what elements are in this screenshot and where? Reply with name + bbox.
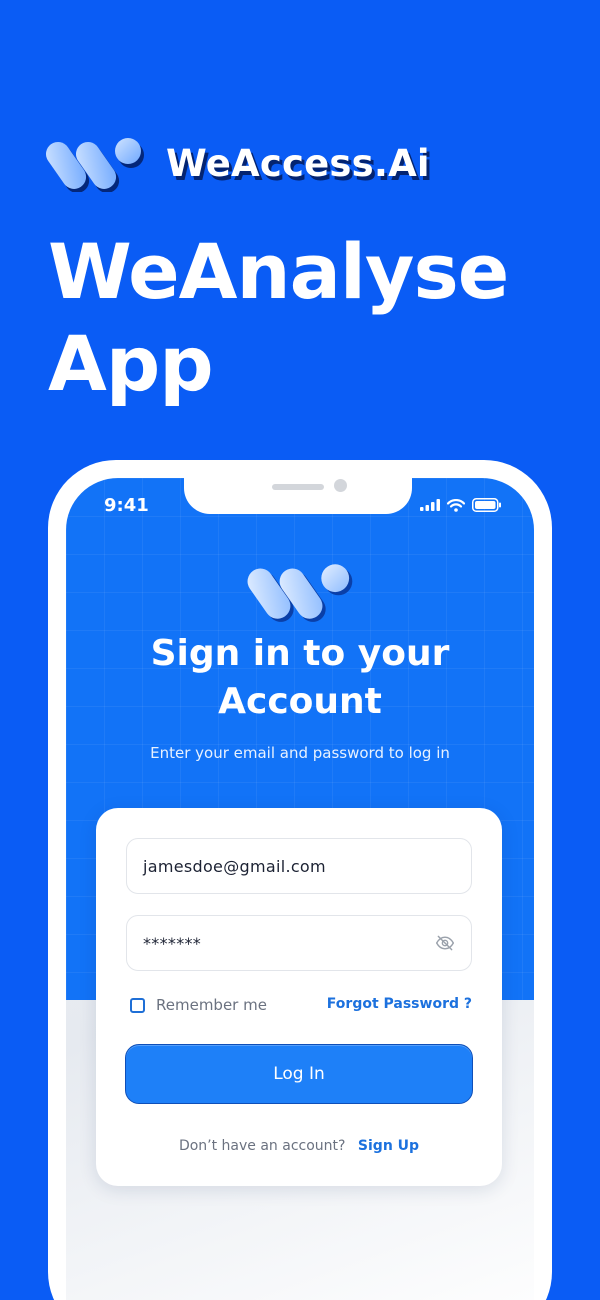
phone-screen: 9:41 Sign in to your Account Enter your … <box>66 478 534 1300</box>
forgot-password-link[interactable]: Forgot Password ? <box>327 996 472 1012</box>
status-icons <box>420 498 502 512</box>
hero-title: WeAnalyse App <box>48 226 509 410</box>
signup-link[interactable]: Sign Up <box>358 1138 419 1154</box>
login-button[interactable]: Log In <box>125 1044 473 1104</box>
eye-off-icon[interactable] <box>435 933 455 953</box>
hero-title-line1: WeAnalyse <box>48 227 509 316</box>
phone-notch <box>184 478 412 514</box>
signup-row: Don’t have an account? Sign Up <box>96 1138 502 1154</box>
login-card: jamesdoe@gmail.com ******* Remember me F… <box>96 808 502 1186</box>
password-value: ******* <box>143 933 202 953</box>
hero-title-line2: App <box>48 319 214 408</box>
remember-label: Remember me <box>156 996 267 1014</box>
signin-subtitle: Enter your email and password to log in <box>150 744 450 762</box>
front-camera <box>334 479 347 492</box>
signal-icon <box>420 499 440 511</box>
email-value: jamesdoe@gmail.com <box>143 856 326 876</box>
status-time: 9:41 <box>104 495 149 516</box>
phone-mockup: 9:41 Sign in to your Account Enter your … <box>48 460 552 1300</box>
password-field[interactable]: ******* <box>126 915 472 971</box>
brand-name: WeAccess.Ai <box>166 141 430 185</box>
remember-checkbox[interactable] <box>130 997 145 1013</box>
speaker-grille <box>272 484 324 490</box>
signin-title-line1: Sign in to your <box>150 633 450 674</box>
brand: WeAccess.Ai <box>46 134 430 192</box>
remember-me[interactable]: Remember me <box>130 996 267 1014</box>
signup-question: Don’t have an account? <box>178 1138 346 1154</box>
signin-title: Sign in to your Account <box>66 630 534 726</box>
battery-icon <box>472 498 501 512</box>
app-logo-icon <box>247 564 353 622</box>
signin-title-line2: Account <box>218 681 382 722</box>
wifi-icon <box>447 498 465 512</box>
w-logo-icon <box>46 138 144 192</box>
email-field[interactable]: jamesdoe@gmail.com <box>126 838 472 894</box>
